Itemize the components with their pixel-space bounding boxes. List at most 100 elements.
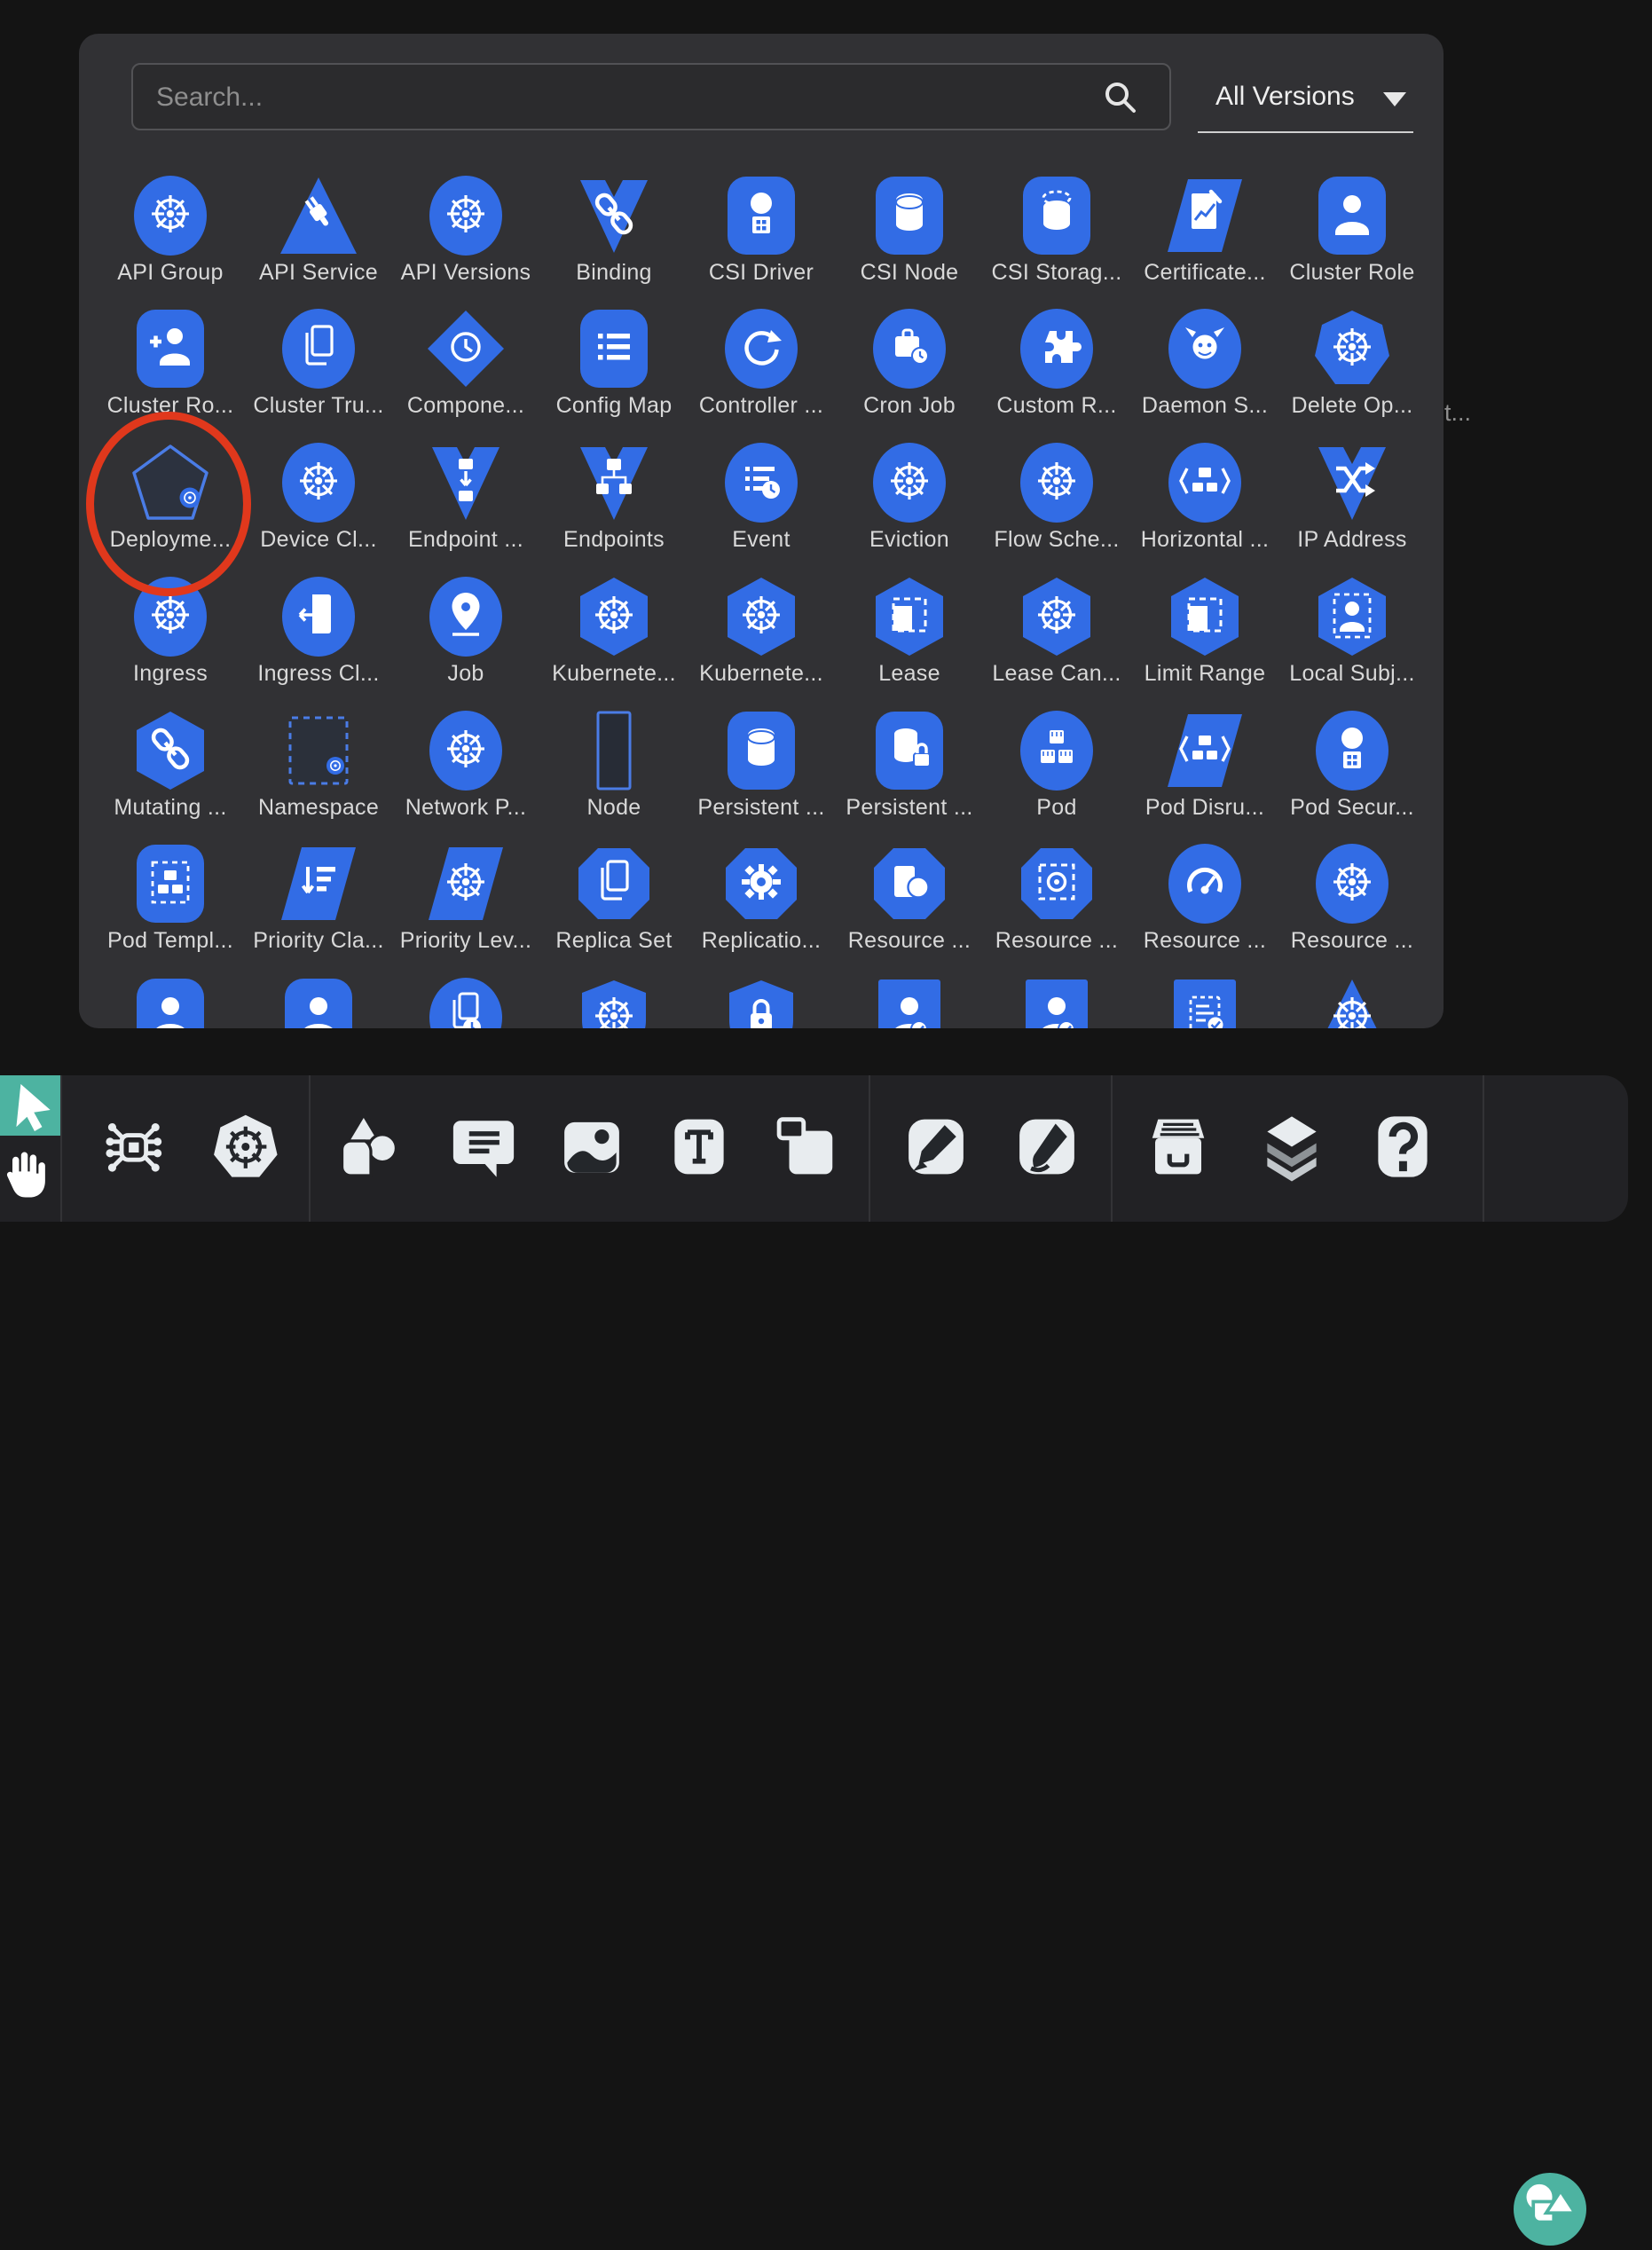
namespace-icon <box>279 711 358 791</box>
library-item-api-group[interactable]: API Group <box>99 176 241 286</box>
csi-driver-icon <box>721 176 801 256</box>
library-item-flow-schema[interactable]: Flow Sche... <box>986 443 1128 553</box>
library-item-label: Endpoint ... <box>395 527 537 553</box>
library-item-partial-3[interactable] <box>395 978 537 1028</box>
library-item-lease[interactable]: Lease <box>838 577 980 687</box>
select-tool-button[interactable] <box>0 1075 60 1136</box>
library-item-partial-2[interactable] <box>248 978 389 1028</box>
library-item-api-service[interactable]: API Service <box>248 176 389 286</box>
library-item-csi-driver[interactable]: CSI Driver <box>690 176 832 286</box>
library-item-pod-security-policy[interactable]: Pod Secur... <box>1281 711 1423 821</box>
library-item-partial-6[interactable] <box>838 978 980 1028</box>
pod-template-icon <box>130 844 210 924</box>
library-item-ip-address[interactable]: IP Address <box>1281 443 1423 553</box>
pod-icon <box>1017 711 1097 791</box>
library-item-partial-8[interactable] <box>1134 978 1276 1028</box>
toolbar-divider <box>869 1075 870 1222</box>
library-item-resource-claim[interactable]: Resource ... <box>838 844 980 954</box>
library-item-persistent-volume-claim[interactable]: Persistent ... <box>838 711 980 821</box>
library-item-daemon-set[interactable]: Daemon S... <box>1134 309 1276 419</box>
library-item-namespace[interactable]: Namespace <box>248 711 389 821</box>
archive-tool-button[interactable] <box>1144 1112 1213 1185</box>
layers-tool-button[interactable] <box>1257 1112 1326 1185</box>
library-item-label: Replica Set <box>543 928 685 954</box>
library-item-resource-slice[interactable]: Resource ... <box>1281 844 1423 954</box>
library-item-persistent-volume[interactable]: Persistent ... <box>690 711 832 821</box>
library-item-component-status[interactable]: Compone... <box>395 309 537 419</box>
help-tool-button[interactable] <box>1368 1112 1437 1185</box>
library-item-pod-template[interactable]: Pod Templ... <box>99 844 241 954</box>
device-class-icon <box>279 443 358 523</box>
library-item-event[interactable]: Event <box>690 443 832 553</box>
search-input[interactable] <box>154 65 1090 130</box>
note-tool-button[interactable] <box>772 1112 841 1185</box>
library-item-custom-resource-definition[interactable]: Custom R... <box>986 309 1128 419</box>
library-item-label: Flow Sche... <box>986 527 1128 553</box>
library-item-kubernetes-2[interactable]: Kubernete... <box>690 577 832 687</box>
library-item-eviction[interactable]: Eviction <box>838 443 980 553</box>
library-item-job[interactable]: Job <box>395 577 537 687</box>
library-item-pod-disruption-budget[interactable]: Pod Disru... <box>1134 711 1276 821</box>
network-diagram-tool-button[interactable] <box>98 1112 168 1185</box>
library-item-lease-candidate[interactable]: Lease Can... <box>986 577 1128 687</box>
library-item-partial-9[interactable] <box>1281 978 1423 1028</box>
library-item-endpoint-slice[interactable]: Endpoint ... <box>395 443 537 553</box>
version-filter-dropdown[interactable]: All Versions <box>1198 66 1413 133</box>
library-item-node[interactable]: Node <box>543 711 685 821</box>
replica-set-icon <box>574 844 654 924</box>
shapes-tool-button[interactable] <box>336 1112 405 1185</box>
library-item-replication-controller[interactable]: Replicatio... <box>690 844 832 954</box>
library-item-certificate-signing-request[interactable]: Certificate... <box>1134 176 1276 286</box>
library-item-priority-class[interactable]: Priority Cla... <box>248 844 389 954</box>
library-item-csi-storage-capacity[interactable]: CSI Storag... <box>986 176 1128 286</box>
comment-tool-button[interactable] <box>449 1112 518 1185</box>
library-item-cluster-role[interactable]: Cluster Role <box>1281 176 1423 286</box>
hand-tool-button[interactable] <box>0 1148 50 1203</box>
library-item-local-subject-access-review[interactable]: Local Subj... <box>1281 577 1423 687</box>
library-item-partial-7[interactable] <box>986 978 1128 1028</box>
partial-3-icon <box>426 978 506 1028</box>
library-item-mutating-webhook-configuration[interactable]: Mutating ... <box>99 711 241 821</box>
pen-tool-button[interactable] <box>901 1112 971 1185</box>
library-item-label: Pod Disru... <box>1134 795 1276 821</box>
library-item-horizontal-pod-autoscaler[interactable]: Horizontal ... <box>1134 443 1276 553</box>
library-item-label: Certificate... <box>1134 260 1276 286</box>
library-item-ingress[interactable]: Ingress <box>99 577 241 687</box>
library-item-endpoints[interactable]: Endpoints <box>543 443 685 553</box>
library-item-label: Cluster Role <box>1281 260 1423 286</box>
library-item-pod[interactable]: Pod <box>986 711 1128 821</box>
library-item-csi-node[interactable]: CSI Node <box>838 176 980 286</box>
pod-security-policy-icon <box>1312 711 1392 791</box>
library-item-deployment[interactable]: Deployme... <box>99 443 241 553</box>
text-icon <box>665 1112 734 1181</box>
library-item-partial-5[interactable] <box>690 978 832 1028</box>
library-item-binding[interactable]: Binding <box>543 176 685 286</box>
text-tool-button[interactable] <box>665 1112 734 1185</box>
library-item-network-policy[interactable]: Network P... <box>395 711 537 821</box>
kubernetes-library-tool-button[interactable] <box>210 1112 279 1185</box>
library-item-resource-claim-template[interactable]: Resource ... <box>986 844 1128 954</box>
library-item-limit-range[interactable]: Limit Range <box>1134 577 1276 687</box>
kubernetes-library-panel: All Versions API Group API Service API V… <box>79 34 1444 1028</box>
library-item-label: Pod Templ... <box>99 928 241 954</box>
library-item-cluster-trust-bundle[interactable]: Cluster Tru... <box>248 309 389 419</box>
library-item-partial-1[interactable] <box>99 978 241 1028</box>
library-item-config-map[interactable]: Config Map <box>543 309 685 419</box>
library-item-replica-set[interactable]: Replica Set <box>543 844 685 954</box>
library-item-partial-4[interactable] <box>543 978 685 1028</box>
library-item-priority-level-configuration[interactable]: Priority Lev... <box>395 844 537 954</box>
help-icon <box>1368 1112 1437 1181</box>
library-item-cron-job[interactable]: Cron Job <box>838 309 980 419</box>
pencil-tool-button[interactable] <box>1012 1112 1082 1185</box>
library-item-kubernetes-1[interactable]: Kubernete... <box>543 577 685 687</box>
library-item-resource-quota[interactable]: Resource ... <box>1134 844 1276 954</box>
library-item-ingress-class[interactable]: Ingress Cl... <box>248 577 389 687</box>
image-tool-button[interactable] <box>557 1112 626 1185</box>
shape-library-button[interactable] <box>1514 2173 1586 2246</box>
library-item-label: Kubernete... <box>543 661 685 687</box>
library-item-device-class[interactable]: Device Cl... <box>248 443 389 553</box>
library-item-controller-revision[interactable]: Controller ... <box>690 309 832 419</box>
library-item-delete-options[interactable]: Delete Op... <box>1281 309 1423 419</box>
library-item-api-versions[interactable]: API Versions <box>395 176 537 286</box>
library-item-cluster-role-binding[interactable]: Cluster Ro... <box>99 309 241 419</box>
